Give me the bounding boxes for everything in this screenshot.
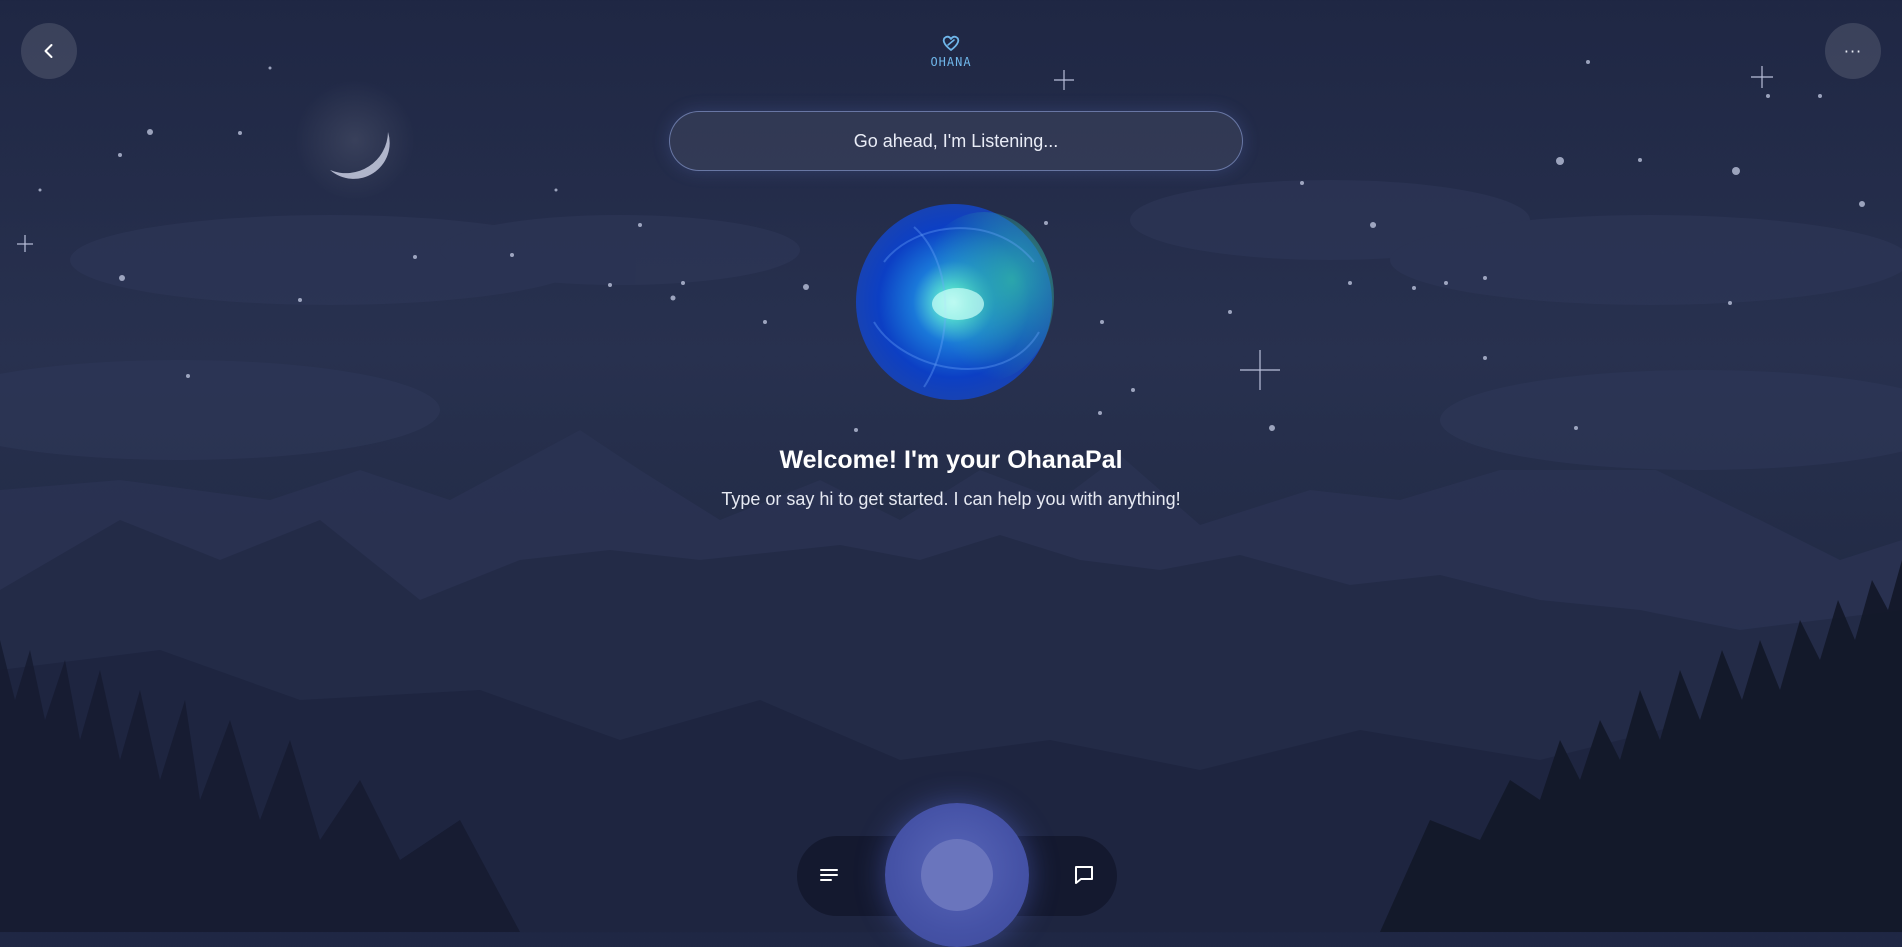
chevron-left-icon (39, 41, 59, 61)
heart-link-icon (939, 33, 963, 57)
logo-text: OHANA (930, 55, 972, 69)
menu-button[interactable] (812, 860, 846, 894)
ohana-logo: OHANA (930, 33, 972, 73)
voice-button[interactable] (885, 803, 1029, 947)
assistant-orb-icon (856, 204, 1054, 400)
welcome-subtitle: Type or say hi to get started. I can hel… (721, 489, 1181, 509)
chat-bubble-icon (1072, 863, 1096, 891)
listening-placeholder: Go ahead, I'm Listening... (853, 130, 1059, 151)
welcome-title: Welcome! I'm your OhanaPal (779, 446, 1123, 474)
menu-lines-icon (819, 866, 839, 888)
listening-input[interactable]: Go ahead, I'm Listening... (669, 111, 1243, 171)
back-button[interactable] (21, 23, 77, 79)
ellipsis-icon: ··· (1843, 41, 1863, 61)
chat-button[interactable] (1067, 860, 1101, 894)
more-options-button[interactable]: ··· (1825, 23, 1881, 79)
voice-orb-icon (921, 839, 993, 911)
